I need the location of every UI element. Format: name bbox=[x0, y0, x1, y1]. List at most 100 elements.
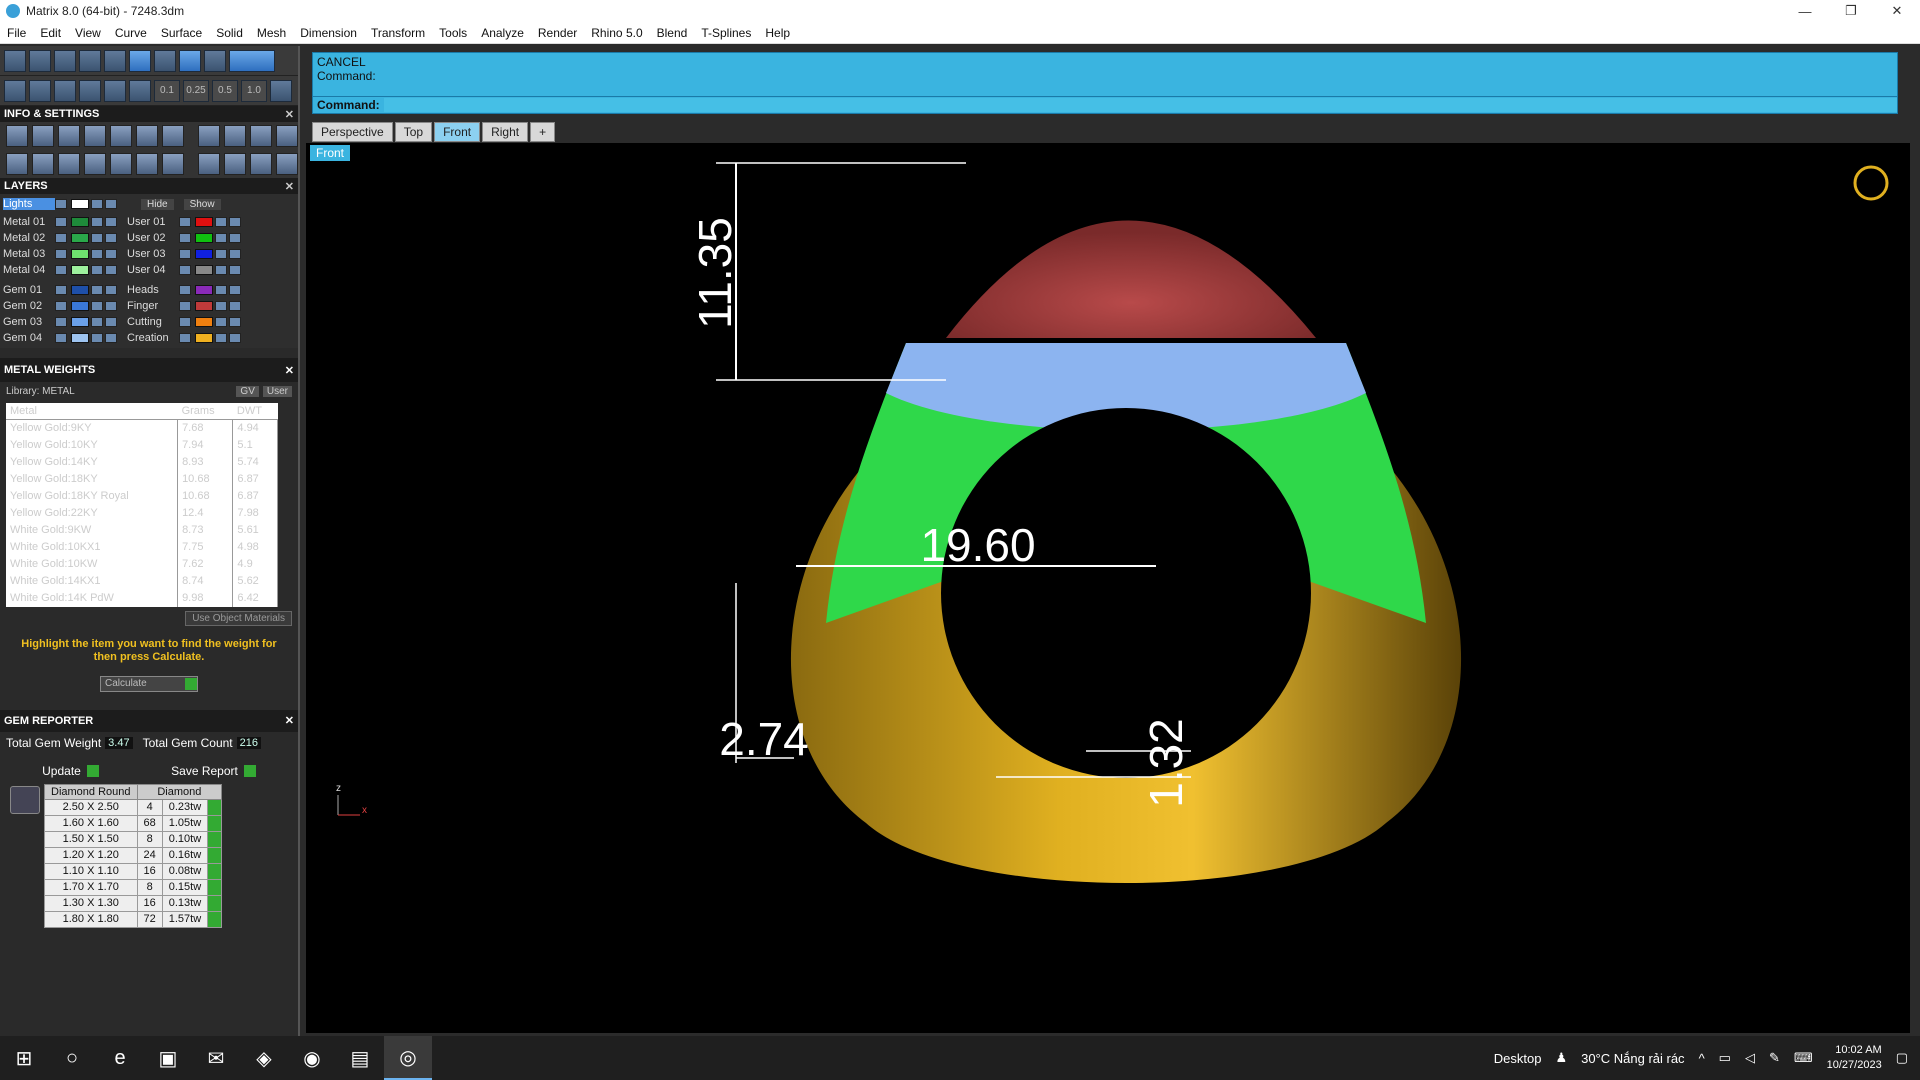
settings-icon[interactable] bbox=[6, 125, 28, 147]
matrix-icon[interactable]: ◎ bbox=[384, 1036, 432, 1080]
gv-button[interactable]: GV bbox=[236, 386, 259, 397]
layer-lock-icon[interactable] bbox=[215, 233, 227, 243]
measure-icon[interactable] bbox=[54, 79, 76, 102]
table-row[interactable]: 2.50 X 2.50 4 0.23tw bbox=[44, 798, 223, 816]
cube-icon[interactable] bbox=[84, 125, 106, 147]
table-row[interactable]: White Gold:10KW 7.62 4.9 bbox=[6, 555, 278, 573]
table-row[interactable]: Yellow Gold:22KY 12.4 7.98 bbox=[6, 504, 278, 522]
panel-icon[interactable] bbox=[84, 153, 106, 175]
table-row[interactable]: White Gold:9KW 8.73 5.61 bbox=[6, 521, 278, 539]
layer-lock-icon[interactable] bbox=[215, 249, 227, 259]
layer-swatch[interactable] bbox=[195, 249, 213, 259]
layer-lock-icon[interactable] bbox=[215, 317, 227, 327]
layer-swatch[interactable] bbox=[71, 217, 89, 227]
tools-icon[interactable] bbox=[136, 153, 158, 175]
layer-lock-icon[interactable] bbox=[215, 265, 227, 275]
layer-arrow-icon[interactable] bbox=[55, 265, 67, 275]
array-icon[interactable] bbox=[224, 125, 246, 147]
layer-swatch[interactable] bbox=[195, 285, 213, 295]
ortho-icon[interactable] bbox=[29, 49, 51, 72]
menu-mesh[interactable]: Mesh bbox=[250, 26, 293, 40]
layer-visible-icon[interactable] bbox=[105, 217, 117, 227]
mail-icon[interactable]: ✉ bbox=[192, 1036, 240, 1080]
layer-swatch[interactable] bbox=[71, 249, 89, 259]
gem-reporter-close[interactable]: ✕ bbox=[285, 714, 294, 727]
ring-icon[interactable] bbox=[276, 153, 298, 175]
layer-visible-icon[interactable] bbox=[229, 317, 241, 327]
scale-icon[interactable] bbox=[276, 125, 298, 147]
volume-icon[interactable]: ◁ bbox=[1745, 1050, 1755, 1066]
layer-swatch[interactable] bbox=[195, 233, 213, 243]
lights-swatch[interactable] bbox=[71, 199, 89, 209]
layer-row[interactable]: Metal 04 bbox=[3, 262, 119, 278]
menu-file[interactable]: File bbox=[0, 26, 33, 40]
show-button[interactable]: Show bbox=[183, 198, 221, 210]
table-row[interactable]: 1.10 X 1.10 16 0.08tw bbox=[44, 862, 223, 880]
plane-icon[interactable] bbox=[104, 79, 126, 102]
layer-visible-icon[interactable] bbox=[229, 249, 241, 259]
layer-arrow-icon[interactable] bbox=[179, 265, 191, 275]
layer-row[interactable]: Finger bbox=[127, 298, 243, 314]
layer-arrow-icon[interactable] bbox=[55, 301, 67, 311]
viewport-label[interactable]: Front bbox=[310, 145, 351, 161]
menu-rhino[interactable]: Rhino 5.0 bbox=[584, 26, 649, 40]
point-snap-icon[interactable] bbox=[79, 49, 101, 72]
table-row[interactable]: White Gold:14KX1 8.74 5.62 bbox=[6, 572, 278, 590]
layer-swatch[interactable] bbox=[71, 301, 89, 311]
menu-solid[interactable]: Solid bbox=[209, 26, 250, 40]
people-icon[interactable]: ♟ bbox=[1555, 1050, 1567, 1066]
tab-right[interactable]: Right bbox=[482, 122, 529, 142]
layer-lock-icon[interactable] bbox=[215, 285, 227, 295]
layer-lock-icon[interactable] bbox=[91, 285, 103, 295]
layer-swatch[interactable] bbox=[71, 333, 89, 343]
use-object-materials-checkbox[interactable]: Use Object Materials bbox=[185, 610, 292, 626]
metal-weights-close[interactable]: ✕ bbox=[285, 364, 294, 377]
layer-swatch[interactable] bbox=[195, 317, 213, 327]
tray-chevron-icon[interactable]: ^ bbox=[1699, 1051, 1705, 1066]
layer-swatch[interactable] bbox=[195, 265, 213, 275]
mid-snap-icon[interactable] bbox=[179, 49, 201, 72]
prong-icon[interactable] bbox=[250, 125, 272, 147]
layer-lock-icon[interactable] bbox=[215, 301, 227, 311]
layer-row[interactable]: Heads bbox=[127, 282, 243, 298]
table-row[interactable]: 1.20 X 1.20 24 0.16tw bbox=[44, 846, 223, 864]
layer-lock-icon[interactable] bbox=[91, 301, 103, 311]
layer-lock-icon[interactable] bbox=[91, 265, 103, 275]
layer-visible-icon[interactable] bbox=[105, 233, 117, 243]
cursor-icon[interactable] bbox=[129, 79, 151, 102]
perp-snap-icon[interactable] bbox=[204, 49, 226, 72]
layer-row[interactable]: User 02 bbox=[127, 230, 243, 246]
menu-blend[interactable]: Blend bbox=[650, 26, 695, 40]
layer-visible-icon[interactable] bbox=[105, 249, 117, 259]
layer-lock-icon[interactable] bbox=[215, 333, 227, 343]
layer-lock-icon[interactable] bbox=[91, 317, 103, 327]
layer-visible-icon[interactable] bbox=[229, 233, 241, 243]
menu-tsplines[interactable]: T-Splines bbox=[694, 26, 758, 40]
table-row[interactable]: 1.70 X 1.70 8 0.15tw bbox=[44, 878, 223, 896]
update-button[interactable]: Update bbox=[42, 764, 99, 778]
layer-row[interactable]: User 03 bbox=[127, 246, 243, 262]
layer-row[interactable]: User 01 bbox=[127, 214, 243, 230]
notification-icon[interactable]: ▢ bbox=[1896, 1050, 1908, 1066]
table-row[interactable]: White Gold:14K PdW 9.98 6.42 bbox=[6, 589, 278, 607]
layer-lock-icon[interactable] bbox=[91, 249, 103, 259]
layer-visible-icon[interactable] bbox=[105, 317, 117, 327]
brush-icon[interactable] bbox=[79, 79, 101, 102]
layer-arrow-icon[interactable] bbox=[55, 249, 67, 259]
menu-view[interactable]: View bbox=[68, 26, 108, 40]
layer-arrow-icon[interactable] bbox=[55, 317, 67, 327]
builder-icon[interactable] bbox=[198, 125, 220, 147]
layer-swatch[interactable] bbox=[195, 217, 213, 227]
tab-perspective[interactable]: Perspective bbox=[312, 122, 393, 142]
layer-row[interactable]: Creation bbox=[127, 330, 243, 346]
close-button[interactable]: ✕ bbox=[1874, 0, 1920, 22]
near-snap-icon[interactable] bbox=[129, 49, 151, 72]
tab-front[interactable]: Front bbox=[434, 122, 481, 142]
grid-icon[interactable] bbox=[270, 79, 292, 102]
table-row[interactable]: Yellow Gold:9KY 7.68 4.94 bbox=[6, 419, 278, 437]
layer-row[interactable]: Metal 02 bbox=[3, 230, 119, 246]
layer-arrow-icon[interactable] bbox=[179, 217, 191, 227]
layer-arrow-icon[interactable] bbox=[179, 249, 191, 259]
select-arrow-icon[interactable] bbox=[207, 798, 223, 816]
pave-icon[interactable] bbox=[198, 153, 220, 175]
